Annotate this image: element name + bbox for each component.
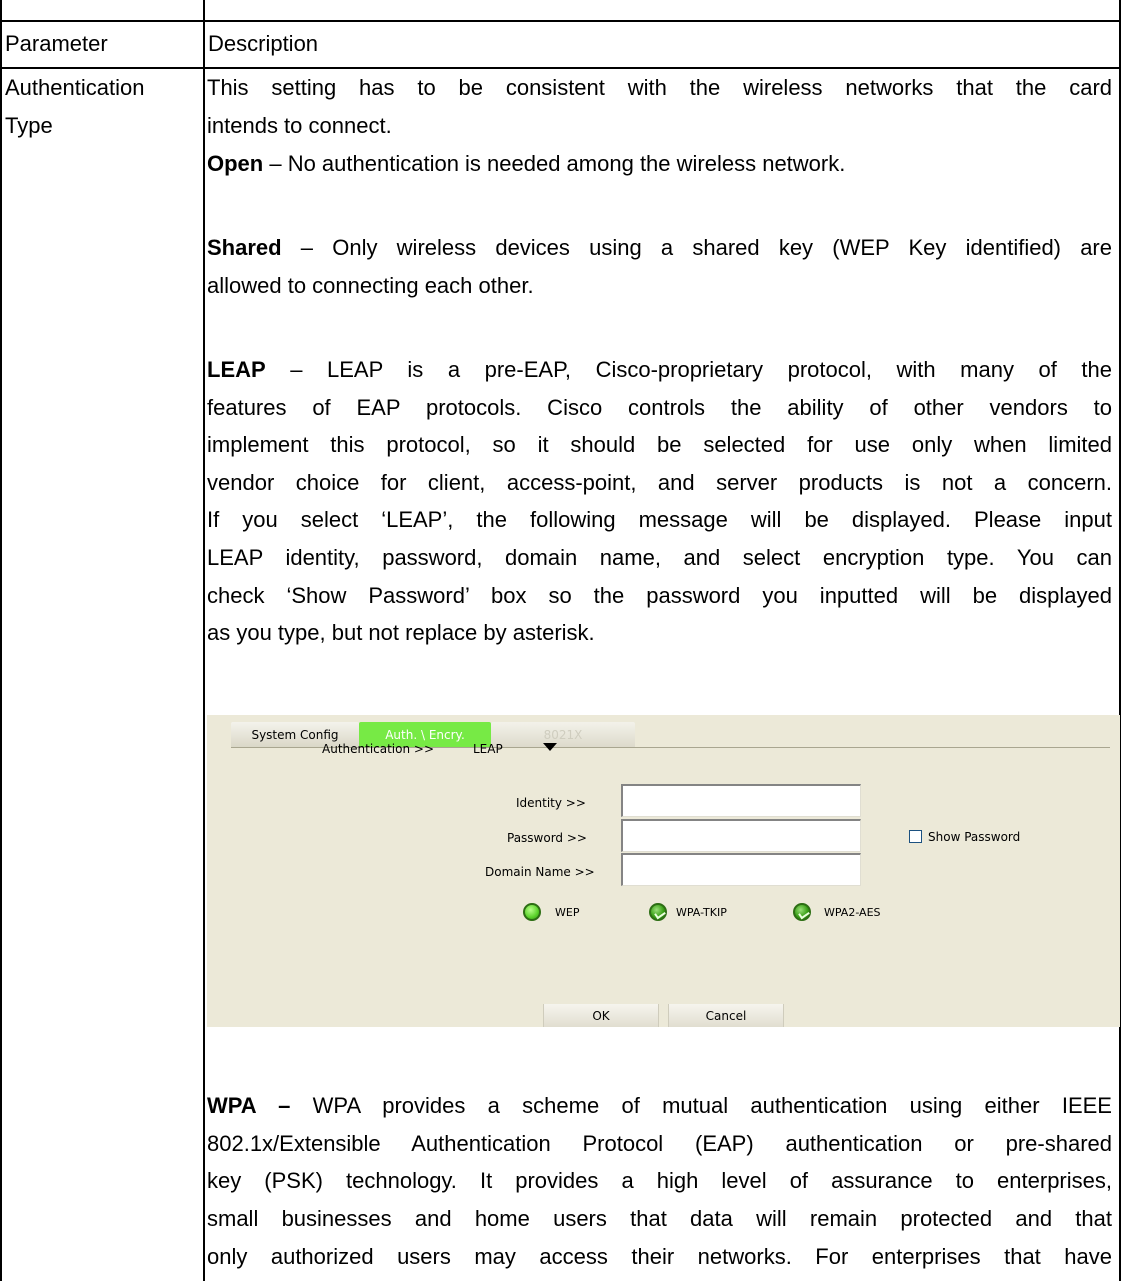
- wpa-tkip-label: WPA-TKIP: [676, 906, 727, 919]
- header-description: Description: [208, 31, 319, 56]
- show-password-label: Show Password: [928, 830, 1021, 844]
- param-name-line-1: Authentication: [5, 75, 145, 100]
- shared-text: – Only wireless devices using a shared k…: [281, 235, 1112, 260]
- wpa2-aes-label: WPA2-AES: [824, 906, 881, 919]
- intro-line-1: This setting has to be consistent with t…: [207, 75, 1112, 100]
- password-input[interactable]: [621, 819, 861, 852]
- wep-radio[interactable]: [523, 903, 541, 921]
- leap-paragraph-line-8: as you type, but not replace by asterisk…: [207, 620, 595, 645]
- identity-input[interactable]: [621, 784, 861, 817]
- open-paragraph: Open – No authentication is needed among…: [207, 145, 1112, 183]
- leap-paragraph-line-4: vendor choice for client, access-point, …: [207, 470, 1112, 495]
- open-term: Open: [207, 151, 264, 176]
- intro-line-2: intends to connect.: [207, 113, 392, 138]
- wpa-paragraph-line-4: small businesses and home users that dat…: [207, 1206, 1112, 1231]
- chevron-down-icon[interactable]: [543, 743, 557, 751]
- identity-label: Identity >>: [516, 796, 586, 810]
- show-password-checkbox[interactable]: [909, 830, 922, 843]
- wpa2-aes-radio[interactable]: [793, 903, 811, 921]
- shared-term: Shared: [207, 235, 282, 260]
- column-divider: [203, 0, 205, 1281]
- authentication-select-value[interactable]: LEAP: [473, 741, 503, 757]
- shared-paragraph-line-2: allowed to connecting each other.: [207, 273, 534, 298]
- leap-term: LEAP: [207, 357, 266, 382]
- wpa-tkip-radio[interactable]: [649, 903, 667, 921]
- wpa-text: WPA provides a scheme of mutual authenti…: [290, 1093, 1112, 1118]
- tab-8021x[interactable]: 8021X: [491, 722, 635, 748]
- parameter-table: Parameter Description Authentication Typ…: [0, 0, 1121, 1281]
- wpa-paragraph-line-1: WPA – WPA provides a scheme of mutual au…: [207, 1087, 1112, 1125]
- wep-label: WEP: [555, 906, 580, 919]
- leap-paragraph-line-3: implement this protocol, so it should be…: [207, 432, 1112, 457]
- open-text: – No authentication is needed among the …: [263, 151, 846, 176]
- domain-name-input[interactable]: [621, 853, 861, 886]
- leap-paragraph-line-1: LEAP – LEAP is a pre-EAP, Cisco-propriet…: [207, 351, 1112, 389]
- ok-button[interactable]: OK: [543, 1004, 659, 1027]
- leap-paragraph-line-2: features of EAP protocols. Cisco control…: [207, 395, 1112, 420]
- shared-paragraph-line-1: Shared – Only wireless devices using a s…: [207, 229, 1112, 267]
- wpa-paragraph-line-3: key (PSK) technology. It provides a high…: [207, 1168, 1112, 1193]
- leap-text: – LEAP is a pre-EAP, Cisco-proprietary p…: [265, 357, 1112, 382]
- domain-name-label: Domain Name >>: [485, 865, 595, 879]
- cancel-button[interactable]: Cancel: [668, 1004, 784, 1027]
- param-name-line-2: Type: [5, 113, 53, 138]
- wpa-term: WPA –: [207, 1093, 291, 1118]
- authentication-label: Authentication >>: [322, 742, 435, 756]
- password-label: Password >>: [507, 831, 587, 845]
- table-border-top: [0, 20, 1121, 22]
- wpa-paragraph-line-2: 802.1x/Extensible Authentication Protoco…: [207, 1131, 1112, 1156]
- leap-paragraph-line-7: check ‘Show Password’ box so the passwor…: [207, 583, 1112, 608]
- header-parameter: Parameter: [5, 31, 108, 56]
- wpa-paragraph-line-5: only authorized users may access their n…: [207, 1244, 1112, 1269]
- leap-config-screenshot: System Config Auth. \ Encry. 8021X Authe…: [207, 715, 1120, 1027]
- leap-paragraph-line-6: LEAP identity, password, domain name, an…: [207, 545, 1112, 570]
- leap-paragraph-line-5: If you select ‘LEAP’, the following mess…: [207, 507, 1112, 532]
- table-border-left: [0, 0, 2, 1281]
